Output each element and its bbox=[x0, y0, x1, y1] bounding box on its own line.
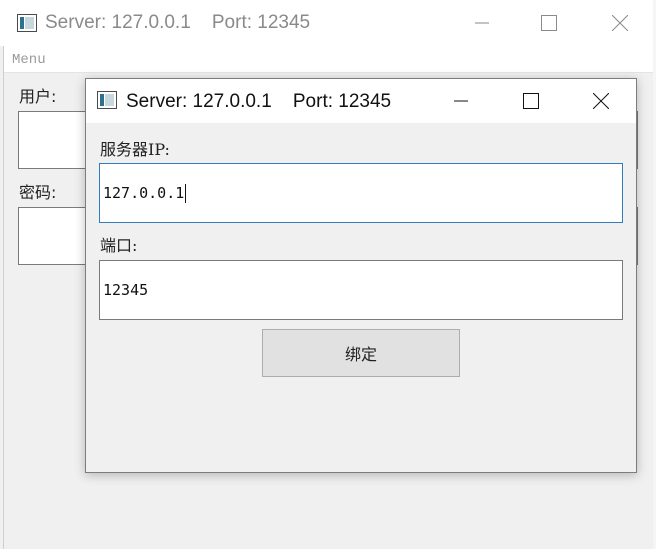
app-icon bbox=[97, 91, 117, 109]
dialog-titlebar[interactable]: Server: 127.0.0.1 Port: 12345 bbox=[86, 79, 636, 123]
minimize-button[interactable] bbox=[459, 0, 505, 46]
minimize-icon bbox=[454, 100, 468, 102]
dialog-minimize-button[interactable] bbox=[438, 79, 484, 123]
menu-item-menu[interactable]: Menu bbox=[12, 52, 46, 68]
main-window-title: Server: 127.0.0.1 Port: 12345 bbox=[45, 12, 311, 33]
close-icon bbox=[593, 93, 609, 109]
minimize-icon bbox=[475, 22, 489, 24]
server-ip-value: 127.0.0.1 bbox=[103, 184, 185, 202]
close-button[interactable] bbox=[597, 0, 643, 46]
text-caret bbox=[185, 184, 187, 203]
server-ip-input[interactable]: 127.0.0.1 bbox=[99, 163, 623, 223]
password-label: 密码: bbox=[19, 183, 57, 202]
bind-button[interactable]: 绑定 bbox=[262, 329, 460, 377]
dialog-maximize-button[interactable] bbox=[508, 79, 554, 123]
menu-bar: Menu bbox=[0, 46, 656, 73]
maximize-button[interactable] bbox=[526, 0, 572, 46]
window-border bbox=[0, 46, 4, 549]
server-ip-label: 服务器IP: bbox=[100, 140, 170, 159]
dialog-close-button[interactable] bbox=[578, 79, 624, 123]
maximize-icon bbox=[541, 15, 557, 31]
port-value: 12345 bbox=[103, 281, 149, 299]
close-icon bbox=[612, 15, 628, 31]
main-titlebar[interactable]: Server: 127.0.0.1 Port: 12345 bbox=[0, 0, 656, 46]
dialog-title: Server: 127.0.0.1 Port: 12345 bbox=[126, 91, 392, 112]
maximize-icon bbox=[523, 93, 539, 109]
app-icon bbox=[17, 14, 37, 32]
server-dialog: Server: 127.0.0.1 Port: 12345 服务器IP: 127… bbox=[85, 78, 637, 473]
user-label: 用户: bbox=[19, 87, 57, 106]
port-label: 端口: bbox=[100, 236, 138, 255]
port-input[interactable]: 12345 bbox=[99, 260, 623, 320]
bind-button-label: 绑定 bbox=[344, 345, 377, 364]
